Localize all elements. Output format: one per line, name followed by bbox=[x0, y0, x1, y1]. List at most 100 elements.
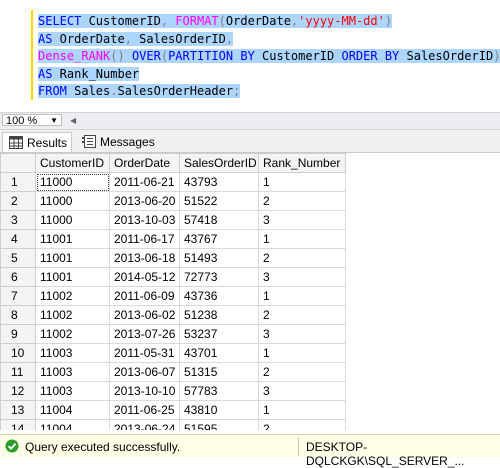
row-number[interactable]: 1 bbox=[0, 172, 36, 192]
row-number[interactable]: 4 bbox=[0, 229, 36, 249]
row-number[interactable]: 10 bbox=[0, 343, 36, 363]
cell-orderdate[interactable]: 2013-07-26 bbox=[109, 324, 180, 344]
column-header[interactable]: OrderDate bbox=[109, 153, 180, 173]
cell-rank-number[interactable]: 2 bbox=[258, 248, 346, 268]
sql-code[interactable]: SELECT CustomerID, FORMAT(OrderDate,'yyy… bbox=[38, 13, 500, 101]
table-row[interactable]: 4 11001 2011-06-17 43767 1 bbox=[0, 229, 346, 249]
cell-orderdate[interactable]: 2013-06-18 bbox=[109, 248, 180, 268]
zoom-dropdown[interactable]: 100 % ▼ bbox=[2, 114, 62, 127]
cell-salesorderid[interactable]: 51595 bbox=[179, 419, 259, 430]
cell-customerid[interactable]: 11003 bbox=[35, 362, 110, 382]
cell-rank-number[interactable]: 3 bbox=[258, 381, 346, 401]
cell-salesorderid[interactable]: 51315 bbox=[179, 362, 259, 382]
row-number[interactable]: 2 bbox=[0, 191, 36, 211]
cell-rank-number[interactable]: 1 bbox=[258, 343, 346, 363]
table-row[interactable]: 11 11003 2013-06-07 51315 2 bbox=[0, 362, 346, 382]
row-number[interactable]: 13 bbox=[0, 400, 36, 420]
cell-salesorderid[interactable]: 43810 bbox=[179, 400, 259, 420]
table-row[interactable]: 2 11000 2013-06-20 51522 2 bbox=[0, 191, 346, 211]
row-number[interactable]: 5 bbox=[0, 248, 36, 268]
cell-salesorderid[interactable]: 43701 bbox=[179, 343, 259, 363]
code-token: PARTITION BY bbox=[168, 49, 255, 64]
cell-rank-number[interactable]: 2 bbox=[258, 191, 346, 211]
row-number[interactable]: 9 bbox=[0, 324, 36, 344]
table-row[interactable]: 5 11001 2013-06-18 51493 2 bbox=[0, 248, 346, 268]
cell-salesorderid[interactable]: 51238 bbox=[179, 305, 259, 325]
cell-customerid[interactable]: 11002 bbox=[35, 286, 110, 306]
cell-rank-number[interactable]: 1 bbox=[258, 229, 346, 249]
code-token: Sales bbox=[66, 84, 111, 99]
cell-orderdate[interactable]: 2013-06-20 bbox=[109, 191, 180, 211]
column-header[interactable]: Rank_Number bbox=[258, 153, 346, 173]
row-number[interactable]: 8 bbox=[0, 305, 36, 325]
row-number[interactable]: 11 bbox=[0, 362, 36, 382]
cell-salesorderid[interactable]: 51522 bbox=[179, 191, 259, 211]
cell-rank-number[interactable]: 1 bbox=[258, 172, 346, 192]
table-row[interactable]: 12 11003 2013-10-10 57783 3 bbox=[0, 381, 346, 401]
cell-orderdate[interactable]: 2013-06-07 bbox=[109, 362, 180, 382]
cell-salesorderid[interactable]: 53237 bbox=[179, 324, 259, 344]
cell-customerid[interactable]: 11002 bbox=[35, 324, 110, 344]
cell-salesorderid[interactable]: 43793 bbox=[179, 172, 259, 192]
table-row[interactable]: 3 11000 2013-10-03 57418 3 bbox=[0, 210, 346, 230]
code-token: , bbox=[225, 31, 234, 46]
cell-salesorderid[interactable]: 43767 bbox=[179, 229, 259, 249]
cell-orderdate[interactable]: 2011-05-31 bbox=[109, 343, 180, 363]
tab-results[interactable]: Results bbox=[2, 132, 72, 152]
row-number[interactable]: 12 bbox=[0, 381, 36, 401]
cell-orderdate[interactable]: 2011-06-21 bbox=[109, 172, 180, 192]
results-grid[interactable]: CustomerID OrderDate SalesOrderID Rank_Numb… bbox=[0, 153, 500, 430]
cell-salesorderid[interactable]: 57783 bbox=[179, 381, 259, 401]
cell-customerid[interactable]: 11000 bbox=[35, 172, 110, 192]
sql-editor[interactable]: SELECT CustomerID, FORMAT(OrderDate,'yyy… bbox=[0, 0, 500, 112]
cell-customerid[interactable]: 11000 bbox=[35, 210, 110, 230]
cell-rank-number[interactable]: 2 bbox=[258, 362, 346, 382]
cell-customerid[interactable]: 11000 bbox=[35, 191, 110, 211]
cell-orderdate[interactable]: 2011-06-17 bbox=[109, 229, 180, 249]
tab-messages[interactable]: Messages bbox=[76, 132, 155, 152]
cell-rank-number[interactable]: 3 bbox=[258, 267, 346, 287]
cell-rank-number[interactable]: 2 bbox=[258, 305, 346, 325]
cell-orderdate[interactable]: 2013-06-02 bbox=[109, 305, 180, 325]
cell-customerid[interactable]: 11003 bbox=[35, 381, 110, 401]
table-row[interactable]: 1 11000 2011-06-21 43793 1 bbox=[0, 172, 346, 192]
table-row[interactable]: 13 11004 2011-06-25 43810 1 bbox=[0, 400, 346, 420]
cell-customerid[interactable]: 11001 bbox=[35, 248, 110, 268]
cell-orderdate[interactable]: 2013-06-24 bbox=[109, 419, 180, 430]
corner-cell[interactable] bbox=[0, 153, 36, 173]
cell-rank-number[interactable]: 2 bbox=[258, 419, 346, 430]
row-number[interactable]: 14 bbox=[0, 419, 36, 430]
cell-rank-number[interactable]: 1 bbox=[258, 400, 346, 420]
column-header[interactable]: CustomerID bbox=[35, 153, 110, 173]
cell-rank-number[interactable]: 3 bbox=[258, 324, 346, 344]
table-row[interactable]: 6 11001 2014-05-12 72773 3 bbox=[0, 267, 346, 287]
cell-customerid[interactable]: 11001 bbox=[35, 229, 110, 249]
cell-orderdate[interactable]: 2014-05-12 bbox=[109, 267, 180, 287]
table-row[interactable]: 10 11003 2011-05-31 43701 1 bbox=[0, 343, 346, 363]
cell-orderdate[interactable]: 2011-06-09 bbox=[109, 286, 180, 306]
table-row[interactable]: 7 11002 2011-06-09 43736 1 bbox=[0, 286, 346, 306]
table-row[interactable]: 14 11004 2013-06-24 51595 2 bbox=[0, 419, 346, 430]
cell-customerid[interactable]: 11004 bbox=[35, 419, 110, 430]
cell-salesorderid[interactable]: 43736 bbox=[179, 286, 259, 306]
scroll-left-icon[interactable]: ◀ bbox=[70, 116, 76, 125]
row-number[interactable]: 7 bbox=[0, 286, 36, 306]
table-row[interactable]: 8 11002 2013-06-02 51238 2 bbox=[0, 305, 346, 325]
cell-orderdate[interactable]: 2013-10-10 bbox=[109, 381, 180, 401]
cell-orderdate[interactable]: 2011-06-25 bbox=[109, 400, 180, 420]
status-message: Query executed successfully. bbox=[25, 440, 181, 454]
cell-customerid[interactable]: 11004 bbox=[35, 400, 110, 420]
cell-salesorderid[interactable]: 51493 bbox=[179, 248, 259, 268]
cell-salesorderid[interactable]: 57418 bbox=[179, 210, 259, 230]
table-row[interactable]: 9 11002 2013-07-26 53237 3 bbox=[0, 324, 346, 344]
cell-rank-number[interactable]: 3 bbox=[258, 210, 346, 230]
row-number[interactable]: 3 bbox=[0, 210, 36, 230]
cell-orderdate[interactable]: 2013-10-03 bbox=[109, 210, 180, 230]
cell-customerid[interactable]: 11001 bbox=[35, 267, 110, 287]
column-header[interactable]: SalesOrderID bbox=[179, 153, 259, 173]
cell-rank-number[interactable]: 1 bbox=[258, 286, 346, 306]
cell-customerid[interactable]: 11003 bbox=[35, 343, 110, 363]
cell-salesorderid[interactable]: 72773 bbox=[179, 267, 259, 287]
row-number[interactable]: 6 bbox=[0, 267, 36, 287]
cell-customerid[interactable]: 11002 bbox=[35, 305, 110, 325]
